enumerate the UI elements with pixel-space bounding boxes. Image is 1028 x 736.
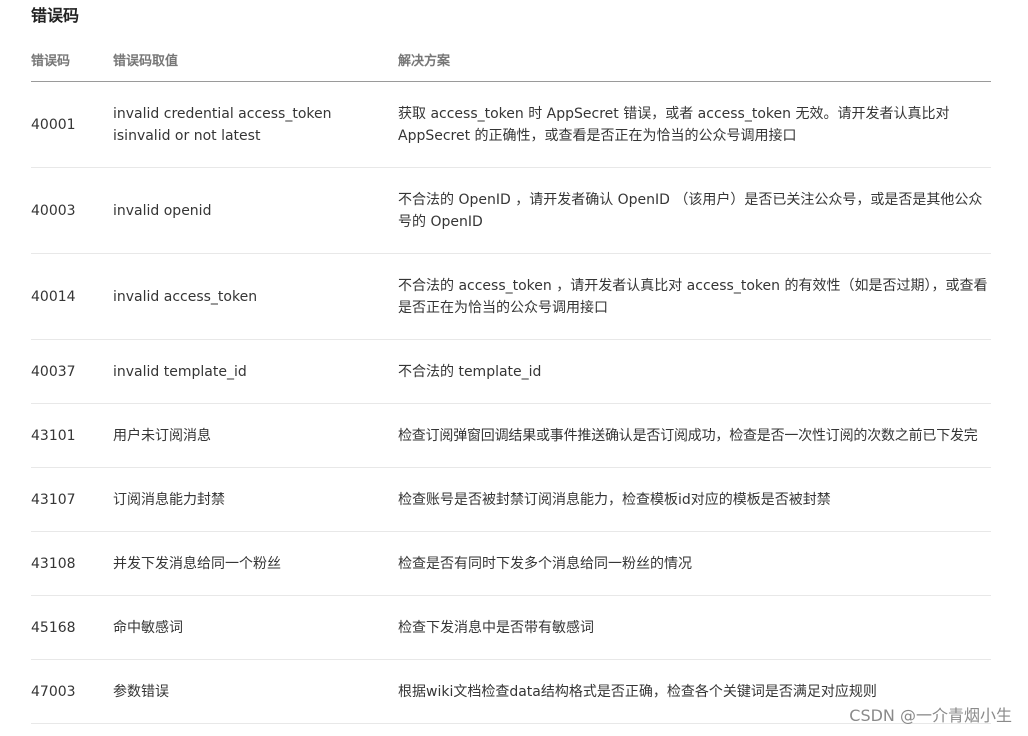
error-solution: 检查下发消息中是否带有敏感词 <box>398 619 594 636</box>
table-row: 43108 并发下发消息给同一个粉丝 检查是否有同时下发多个消息给同一粉丝的情况 <box>31 532 991 596</box>
error-code: 45168 <box>31 619 76 636</box>
header-solution: 解决方案 <box>398 54 451 69</box>
error-solution: 获取 access_token 时 AppSecret 错误，或者 access… <box>398 105 950 144</box>
header-code: 错误码 <box>31 54 71 69</box>
table-row: 40014 invalid access_token 不合法的 access_t… <box>31 254 991 340</box>
error-code: 47003 <box>31 683 76 700</box>
table-row: 43101 用户未订阅消息 检查订阅弹窗回调结果或事件推送确认是否订阅成功，检查… <box>31 404 991 468</box>
error-value: 用户未订阅消息 <box>113 427 211 444</box>
error-solution: 检查是否有同时下发多个消息给同一粉丝的情况 <box>398 555 692 572</box>
error-value: 并发下发消息给同一个粉丝 <box>113 555 281 572</box>
section-title: 错误码 <box>31 6 80 25</box>
error-code: 40037 <box>31 363 76 380</box>
error-code: 40014 <box>31 288 76 305</box>
error-value: 命中敏感词 <box>113 619 183 636</box>
error-solution: 检查账号是否被封禁订阅消息能力，检查模板id对应的模板是否被封禁 <box>398 491 831 508</box>
table-row: 43107 订阅消息能力封禁 检查账号是否被封禁订阅消息能力，检查模板id对应的… <box>31 468 991 532</box>
table-row: 40001 invalid credential access_token is… <box>31 82 991 168</box>
error-solution: 不合法的 access_token ，请开发者认真比对 access_token… <box>398 277 988 316</box>
error-solution: 检查订阅弹窗回调结果或事件推送确认是否订阅成功，检查是否一次性订阅的次数之前已下… <box>398 427 978 444</box>
error-code: 43101 <box>31 427 76 444</box>
header-value: 错误码取值 <box>113 54 179 69</box>
error-code: 43108 <box>31 555 76 572</box>
error-solution: 不合法的 template_id <box>398 363 542 380</box>
table-row: 47003 参数错误 根据wiki文档检查data结构格式是否正确，检查各个关键… <box>31 660 991 724</box>
error-value: invalid access_token <box>113 288 258 305</box>
table-row: 40037 invalid template_id 不合法的 template_… <box>31 340 991 404</box>
error-value: invalid openid <box>113 202 212 219</box>
error-value: invalid credential access_token isinvali… <box>113 105 332 144</box>
error-code: 43107 <box>31 491 76 508</box>
error-code: 40001 <box>31 116 76 133</box>
table-row: 45168 命中敏感词 检查下发消息中是否带有敏感词 <box>31 596 991 660</box>
table-header: 错误码 错误码取值 解决方案 <box>31 40 991 82</box>
error-value: invalid template_id <box>113 363 247 380</box>
watermark: CSDN @一介青烟小生 <box>849 706 1012 725</box>
error-code: 40003 <box>31 202 76 219</box>
table-row: 40003 invalid openid 不合法的 OpenID ，请开发者确认… <box>31 168 991 254</box>
error-solution: 不合法的 OpenID ，请开发者确认 OpenID （该用户）是否已关注公众号… <box>398 191 983 230</box>
error-code-table: 错误码 错误码取值 解决方案 40001 invalid credential … <box>31 40 991 724</box>
error-value: 参数错误 <box>113 683 169 700</box>
error-value: 订阅消息能力封禁 <box>113 491 225 508</box>
